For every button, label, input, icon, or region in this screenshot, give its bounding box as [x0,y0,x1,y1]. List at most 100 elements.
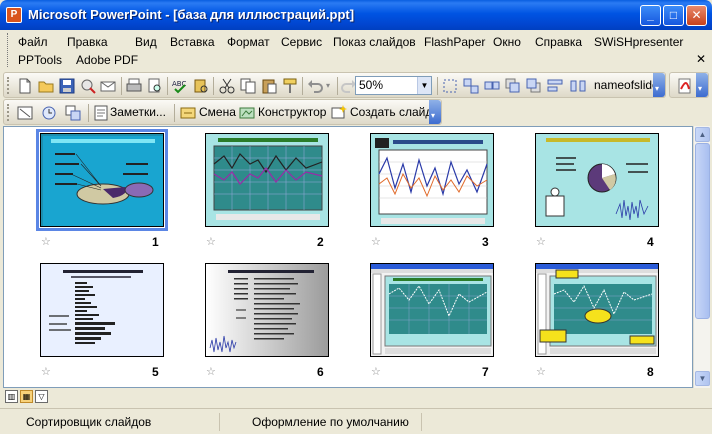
research-icon[interactable] [192,77,210,95]
new-document-icon[interactable] [16,77,34,95]
animation-star-icon[interactable]: ☆ [536,365,546,378]
notes-icon[interactable] [92,104,110,122]
animation-star-icon[interactable]: ☆ [206,365,216,378]
slide-number-4: 4 [647,235,654,249]
scroll-up-icon[interactable]: ▲ [695,127,710,142]
toolbar-grip[interactable] [7,104,10,121]
paste-icon[interactable] [260,77,278,95]
powerpoint-app-icon[interactable]: P [6,7,22,23]
send-backward-icon[interactable] [525,77,543,95]
summary-slide-icon[interactable] [64,104,82,122]
convert-to-pdf-icon[interactable] [676,77,694,95]
zoom-value: 50% [359,78,384,92]
notes-button[interactable]: Заметки... [110,105,166,119]
scrollbar-thumb[interactable] [695,143,710,319]
toolbar-options-icon[interactable] [653,73,665,97]
slide-4-preview [536,134,658,226]
open-folder-icon[interactable] [37,77,55,95]
menu-view[interactable]: Вид [135,35,157,49]
print-icon[interactable] [125,77,143,95]
slide-thumbnail-7[interactable] [370,263,494,357]
view-switcher: ▥ ▦ ▽ [3,390,693,404]
normal-view-icon[interactable]: ▥ [5,390,18,403]
sorter-toolbar-options-icon[interactable] [429,100,441,124]
name-of-slide-label[interactable]: nameofslide [594,78,659,92]
menu-insert[interactable]: Вставка [170,35,215,49]
slide-thumbnail-1[interactable] [36,129,168,231]
bring-forward-icon[interactable] [504,77,522,95]
ungroup-icon[interactable] [483,77,501,95]
vertical-scrollbar[interactable]: ▲ ▼ [693,126,710,388]
scroll-down-icon[interactable]: ▼ [695,371,710,386]
email-icon[interactable] [99,77,117,95]
new-slide-icon[interactable] [330,104,348,122]
slide-thumbnail-2[interactable] [205,133,329,227]
slide-6-preview [206,264,328,356]
transition-button[interactable]: Смена [199,105,236,119]
slide-8-preview [536,264,658,356]
slide-thumbnail-5[interactable] [40,263,164,357]
maximize-button[interactable]: □ [663,5,684,26]
chevron-down-icon[interactable]: ▼ [417,77,431,94]
slide-sorter-view-icon[interactable]: ▦ [20,390,33,403]
animation-star-icon[interactable]: ☆ [41,365,51,378]
align-icon[interactable] [546,77,564,95]
slide-thumbnail-4[interactable] [535,133,659,227]
design-icon[interactable] [238,104,256,122]
menu-tools[interactable]: Сервис [281,35,322,49]
toolbar-separator [437,77,438,95]
slide-thumbnail-6[interactable] [205,263,329,357]
zoom-combobox[interactable]: 50% ▼ [355,76,432,95]
slide-number-7: 7 [482,365,489,379]
menu-slideshow[interactable]: Показ слайдов [333,35,416,49]
animation-star-icon[interactable]: ☆ [371,235,381,248]
animation-star-icon[interactable]: ☆ [41,235,51,248]
menu-format[interactable]: Формат [227,35,270,49]
copy-icon[interactable] [239,77,257,95]
menu-flashpaper[interactable]: FlashPaper [424,35,485,49]
slide-transition-icon[interactable] [179,104,197,122]
distribute-icon[interactable] [569,77,587,95]
status-bar: Сортировщик слайдов Оформление по умолча… [0,408,712,434]
menu-adobe-pdf[interactable]: Adobe PDF [76,53,138,67]
menu-grip[interactable] [7,33,10,67]
close-button[interactable]: ✕ [686,5,707,26]
menu-file[interactable]: Файл [18,35,48,49]
menu-swishpresenter[interactable]: SWiSHpresenter [594,35,683,49]
menu-window[interactable]: Окно [493,35,521,49]
title-bar[interactable]: P Microsoft PowerPoint - [база для иллюс… [0,0,712,30]
designer-button[interactable]: Конструктор [258,105,326,119]
slide-sorter-pane[interactable]: ☆ 1 ☆ 2 ☆ 3 ☆ 4 ☆ 5 ☆ 6 ☆ 7 ☆ 8 [3,126,693,388]
group-icon[interactable] [462,77,480,95]
pdf-toolbar-options-icon[interactable] [696,73,708,97]
status-view-name: Сортировщик слайдов [4,413,220,431]
spelling-icon[interactable]: ABC [171,77,189,95]
undo-icon[interactable] [306,77,324,95]
permission-icon[interactable] [79,77,97,95]
menu-pptools[interactable]: PPTools [18,53,62,67]
standard-toolbar: ABC ▾ 50% ▼ nameofslide [3,72,666,98]
menu-edit[interactable]: Правка [67,35,108,49]
print-preview-icon[interactable] [146,77,164,95]
select-objects-icon[interactable] [441,77,459,95]
slide-7-preview [371,264,493,356]
cut-icon[interactable] [218,77,236,95]
animation-star-icon[interactable]: ☆ [206,235,216,248]
format-painter-icon[interactable] [281,77,299,95]
slide-show-icon[interactable]: ▽ [35,390,48,403]
slide-number-5: 5 [152,365,159,379]
slide-thumbnail-3[interactable] [370,133,494,227]
document-close-icon[interactable]: ✕ [696,52,706,66]
animation-star-icon[interactable]: ☆ [371,365,381,378]
undo-dropdown-icon[interactable]: ▾ [326,81,330,90]
minimize-button[interactable]: _ [640,5,661,26]
toolbar-separator [302,77,303,95]
save-icon[interactable] [58,77,76,95]
rehearse-timings-icon[interactable] [40,104,58,122]
menu-help[interactable]: Справка [535,35,582,49]
hide-slide-icon[interactable] [16,104,34,122]
slide-thumbnail-8[interactable] [535,263,659,357]
toolbar-grip[interactable] [7,77,10,94]
new-slide-button[interactable]: Создать слайд [350,105,432,119]
animation-star-icon[interactable]: ☆ [536,235,546,248]
